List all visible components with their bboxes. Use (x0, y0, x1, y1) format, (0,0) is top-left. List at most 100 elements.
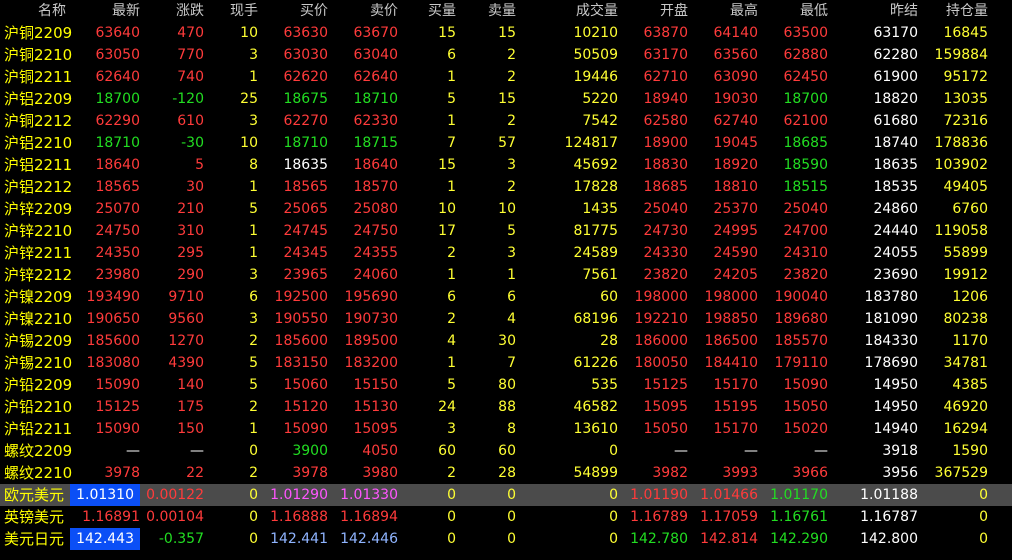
ask-price: 15095 (353, 421, 398, 437)
change: 9560 (168, 311, 204, 327)
bid-price: 142.441 (270, 531, 328, 547)
table-row[interactable]: 沪铝2209 18700 -120 25 18675 18710 5 15 5220 18940 1… (0, 88, 1012, 110)
hand: 3 (249, 311, 258, 327)
open-price: 24730 (643, 223, 688, 239)
table-row[interactable]: 沪锌2211 24350 295 1 24345 24355 2 3 24589 24330 245… (0, 242, 1012, 264)
last-price: 15090 (95, 377, 140, 393)
bid-volume: 3 (447, 421, 456, 437)
table-row[interactable]: 美元日元 142.443 -0.357 0 142.441 142.446 0 0 0 142.7… (0, 528, 1012, 550)
table-row[interactable]: 沪锌2212 23980 290 3 23965 24060 1 1 7561 23820 2420… (0, 264, 1012, 286)
table-row[interactable]: 欧元美元 1.01310 0.00122 0 1.01290 1.01330 0 0 0 1.01… (0, 484, 1012, 506)
bid-volume: 1 (447, 179, 456, 195)
hand: 3 (249, 113, 258, 129)
hand: 1 (249, 245, 258, 261)
table-row[interactable]: 沪铝2210 18710 -30 10 18710 18715 7 57 124817 18900… (0, 132, 1012, 154)
header-volume[interactable]: 成交量 (516, 0, 618, 22)
table-row[interactable]: 沪镍2209 193490 9710 6 192500 195690 6 6 60 198000 1… (0, 286, 1012, 308)
open-price: 18830 (643, 157, 688, 173)
instrument-name: 螺纹2209 (4, 442, 73, 460)
table-row[interactable]: 沪铅2210 15125 175 2 15120 15130 24 88 46582 15095 1… (0, 396, 1012, 418)
prev-settle: 18740 (873, 135, 918, 151)
table-row[interactable]: 沪镍2210 190650 9560 3 190550 190730 2 4 68196 1922… (0, 308, 1012, 330)
hand: 0 (249, 509, 258, 525)
table-row[interactable]: 沪铝2211 18640 5 8 18635 18640 15 3 45692 18830 1892… (0, 154, 1012, 176)
open-interest: 34781 (943, 355, 988, 371)
header-hand[interactable]: 现手 (204, 0, 258, 22)
table-row[interactable]: 沪锡2209 185600 1270 2 185600 189500 4 30 28 186000… (0, 330, 1012, 352)
ask-volume: 15 (498, 25, 516, 41)
instrument-name: 英镑美元 (4, 508, 65, 526)
ask-volume: 88 (498, 399, 516, 415)
change: 290 (177, 267, 204, 283)
table-row[interactable]: 沪锌2209 25070 210 5 25065 25080 10 10 1435 25040 25… (0, 198, 1012, 220)
volume: 0 (609, 487, 618, 503)
header-open-interest[interactable]: 持仓量 (918, 0, 988, 22)
prev-settle: 24440 (873, 223, 918, 239)
change: 1270 (168, 333, 204, 349)
table-row[interactable]: 沪铜2209 63640 470 10 63630 63670 15 15 10210 63870… (0, 22, 1012, 44)
change: 30 (186, 179, 204, 195)
ask-volume: 2 (507, 113, 516, 129)
header-change[interactable]: 涨跌 (140, 0, 204, 22)
hand: 10 (240, 25, 258, 41)
hand: 0 (249, 443, 258, 459)
last-price: 1.16891 (82, 509, 140, 525)
hand: 5 (249, 377, 258, 393)
header-last[interactable]: 最新 (70, 0, 140, 22)
low-price: 15050 (783, 399, 828, 415)
open-price: 15095 (643, 399, 688, 415)
header-high[interactable]: 最高 (688, 0, 758, 22)
table-row[interactable]: 沪锌2210 24750 310 1 24745 24750 17 5 81775 24730 24… (0, 220, 1012, 242)
bid-volume: 4 (447, 333, 456, 349)
high-price: 3993 (722, 465, 758, 481)
header-prev-settle[interactable]: 昨结 (828, 0, 918, 22)
hand: 6 (249, 289, 258, 305)
header-bid-volume[interactable]: 买量 (398, 0, 456, 22)
last-price: 15090 (95, 421, 140, 437)
ask-price: 190730 (344, 311, 398, 327)
ask-price: 18715 (353, 135, 398, 151)
bid-volume: 5 (447, 91, 456, 107)
change: 295 (177, 245, 204, 261)
table-row[interactable]: 沪锡2210 183080 4390 5 183150 183200 1 7 61226 1800… (0, 352, 1012, 374)
change: — (190, 443, 204, 459)
header-open[interactable]: 开盘 (618, 0, 688, 22)
table-row[interactable]: 沪铜2212 62290 610 3 62270 62330 1 2 7542 62580 6274… (0, 110, 1012, 132)
instrument-name: 欧元美元 (4, 486, 65, 504)
bid-price: 15090 (283, 421, 328, 437)
header-low[interactable]: 最低 (758, 0, 828, 22)
ask-volume: 8 (507, 421, 516, 437)
bid-price: 1.16888 (270, 509, 328, 525)
ask-price: 4050 (362, 443, 398, 459)
bid-volume: 1 (447, 267, 456, 283)
instrument-name: 美元日元 (4, 530, 65, 548)
table-row[interactable]: 沪铝2212 18565 30 1 18565 18570 1 2 17828 18685 1881… (0, 176, 1012, 198)
header-ask-volume[interactable]: 卖量 (456, 0, 516, 22)
table-row[interactable]: 螺纹2210 3978 22 2 3978 3980 2 28 54899 3982 3993 396… (0, 462, 1012, 484)
change: 770 (177, 47, 204, 63)
change: 150 (177, 421, 204, 437)
table-row[interactable]: 沪铅2211 15090 150 1 15090 15095 3 8 13610 15050 151… (0, 418, 1012, 440)
open-price: 62580 (643, 113, 688, 129)
table-row[interactable]: 沪铜2211 62640 740 1 62620 62640 1 2 19446 62710 630… (0, 66, 1012, 88)
bid-price: 3978 (292, 465, 328, 481)
volume: 535 (591, 377, 618, 393)
open-interest: 49405 (943, 179, 988, 195)
hand: 1 (249, 421, 258, 437)
bid-price: 18710 (283, 135, 328, 151)
prev-settle: 63170 (873, 25, 918, 41)
prev-settle: 14940 (873, 421, 918, 437)
table-row[interactable]: 沪铜2210 63050 770 3 63030 63040 6 2 50509 63170 635… (0, 44, 1012, 66)
table-row[interactable]: 螺纹2209 — — 0 3900 4050 60 60 0 — — — 3918 1590 (0, 440, 1012, 462)
table-row[interactable]: 英镑美元 1.16891 0.00104 0 1.16888 1.16894 0 0 0 1.16… (0, 506, 1012, 528)
last-price: 18640 (95, 157, 140, 173)
high-price: 63560 (713, 47, 758, 63)
header-ask[interactable]: 卖价 (328, 0, 398, 22)
open-interest: 72316 (943, 113, 988, 129)
bid-price: 15060 (283, 377, 328, 393)
header-name[interactable]: 名称 (0, 0, 68, 22)
bid-volume: 15 (438, 25, 456, 41)
table-row[interactable]: 沪铅2209 15090 140 5 15060 15150 5 80 535 15125 1517… (0, 374, 1012, 396)
open-price: 63170 (643, 47, 688, 63)
header-bid[interactable]: 买价 (258, 0, 328, 22)
